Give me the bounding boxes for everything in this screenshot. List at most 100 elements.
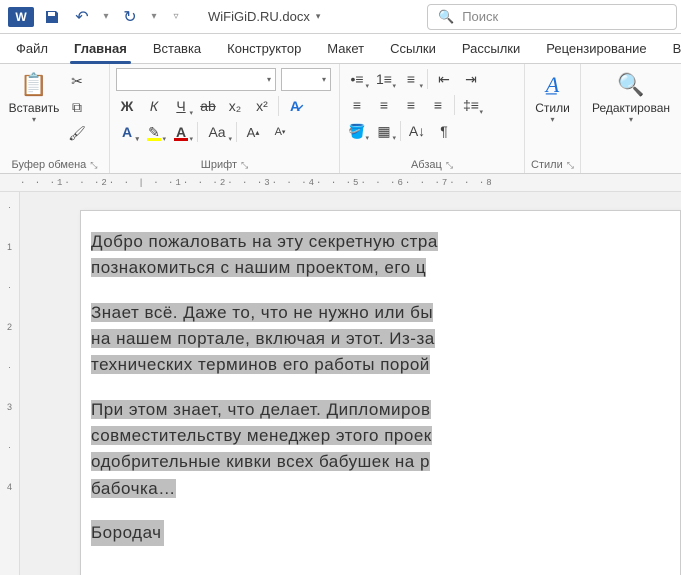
font-name-combo[interactable]: ▾ [116, 68, 276, 91]
align-left-icon: ≡ [353, 97, 361, 113]
text-effects-button[interactable]: A▾ [116, 121, 138, 143]
undo-button[interactable]: ↶ [72, 7, 92, 27]
increase-indent-button[interactable]: ⇥ [460, 68, 482, 90]
selected-text: одобрительные кивки всех бабушек на р [91, 452, 430, 471]
tab-view[interactable]: Вид [669, 35, 681, 63]
styles-button[interactable]: A̲ Стили ▾ [531, 68, 574, 128]
tab-mailings[interactable]: Рассылки [458, 35, 524, 63]
word-app-icon: W [8, 7, 34, 27]
grow-font-button[interactable]: A▴ [242, 121, 264, 143]
line-spacing-icon: ‡≡ [463, 97, 479, 113]
document-title: WiFiGiD.RU.docx [208, 9, 310, 24]
group-label-editing [587, 157, 675, 171]
superscript-button[interactable]: x² [251, 95, 273, 117]
paragraph[interactable]: Бородач [81, 520, 680, 546]
font-color-button[interactable]: A▾ [170, 121, 192, 143]
paint-bucket-icon: 🪣 [348, 123, 365, 140]
clipboard-icon: 📋 [20, 72, 47, 98]
bold-button[interactable]: Ж [116, 95, 138, 117]
styles-icon: A̲ [546, 72, 559, 98]
group-clipboard: 📋 Вставить ▾ ✂ ⧉ 🖌 Буфер обмена⤡ [0, 64, 110, 173]
strikethrough-button[interactable]: ab [197, 95, 219, 117]
cut-button[interactable]: ✂ [66, 70, 88, 92]
align-left-button[interactable]: ≡ [346, 94, 368, 116]
brush-icon: 🖌 [68, 125, 86, 142]
group-font: ▾ ▾ Ж К Ч▾ ab x₂ x² A̷ A▾ ✎▾ A▾ Aa▾ A▴ [110, 64, 340, 173]
group-label-font: Шрифт⤡ [116, 157, 333, 171]
selected-text: Знает всё. Даже то, что не нужно или бы [91, 303, 433, 322]
tab-references[interactable]: Ссылки [386, 35, 440, 63]
underline-button[interactable]: Ч▾ [170, 95, 192, 117]
qat-customize[interactable]: ▿ [172, 11, 180, 22]
selected-text: бабочка… [91, 479, 176, 498]
show-marks-button[interactable]: ¶ [433, 120, 455, 142]
align-right-button[interactable]: ≡ [400, 94, 422, 116]
bullets-icon: •≡ [350, 71, 363, 87]
font-size-combo[interactable]: ▾ [281, 68, 331, 91]
numbering-icon: 1≡ [376, 71, 392, 87]
justify-icon: ≡ [434, 97, 442, 113]
title-dropdown-icon[interactable]: ▾ [316, 11, 321, 22]
group-paragraph: •≡▾ 1≡▾ ≡▾ ⇤ ⇥ ≡ ≡ ≡ ≡ ‡≡▾ 🪣▾ ▦▾ A↓ ¶ [340, 64, 525, 173]
paragraph[interactable]: При этом знает, что делает. Дипломиров с… [81, 397, 680, 502]
vertical-ruler[interactable]: ·1·2·3·4 [0, 192, 20, 575]
align-center-icon: ≡ [380, 97, 388, 113]
line-spacing-button[interactable]: ‡≡▾ [460, 94, 482, 116]
redo-button[interactable]: ↻ [120, 7, 140, 27]
dialog-launcher-icon[interactable]: ⤡ [241, 160, 248, 171]
save-button[interactable] [42, 7, 62, 27]
justify-button[interactable]: ≡ [427, 94, 449, 116]
group-editing: 🔍 Редактирован ▾ [581, 64, 681, 173]
multilevel-button[interactable]: ≡▾ [400, 68, 422, 90]
selected-text: Добро пожаловать на эту секретную стра [91, 232, 438, 251]
sort-button[interactable]: A↓ [406, 120, 428, 142]
bullets-button[interactable]: •≡▾ [346, 68, 368, 90]
selected-text: совместительству менеджер этого проек [91, 426, 432, 445]
styles-label: Стили [535, 102, 570, 115]
selected-text: Бородач [91, 520, 164, 546]
group-label-paragraph: Абзац⤡ [346, 157, 518, 171]
horizontal-ruler[interactable]: · · ·1· · ·2· · | · ·1· · ·2· · ·3· · ·4… [0, 174, 681, 192]
selected-text: При этом знает, что делает. Дипломиров [91, 400, 431, 419]
shading-button[interactable]: 🪣▾ [346, 120, 368, 142]
paragraph[interactable]: Добро пожаловать на эту секретную стра п… [81, 229, 680, 282]
sort-icon: A↓ [409, 123, 425, 139]
tab-home[interactable]: Главная [70, 35, 131, 63]
paragraph[interactable]: Знает всё. Даже то, что не нужно или бы … [81, 300, 680, 379]
tab-insert[interactable]: Вставка [149, 35, 205, 63]
dialog-launcher-icon[interactable]: ⤡ [446, 160, 453, 171]
align-right-icon: ≡ [407, 97, 415, 113]
tab-review[interactable]: Рецензирование [542, 35, 650, 63]
group-label-clipboard: Буфер обмена⤡ [6, 157, 103, 171]
ribbon-tabs: Файл Главная Вставка Конструктор Макет С… [0, 34, 681, 64]
copy-button[interactable]: ⧉ [66, 96, 88, 118]
subscript-button[interactable]: x₂ [224, 95, 246, 117]
page[interactable]: Добро пожаловать на эту секретную стра п… [80, 210, 681, 575]
italic-button[interactable]: К [143, 95, 165, 117]
dialog-launcher-icon[interactable]: ⤡ [90, 160, 97, 171]
highlight-button[interactable]: ✎▾ [143, 121, 165, 143]
selected-text: технических терминов его работы порой [91, 355, 430, 374]
borders-button[interactable]: ▦▾ [373, 120, 395, 142]
clear-format-button[interactable]: A̷ [284, 95, 306, 117]
quick-access-toolbar: ↶ ▾ ↻ ▾ ▿ [42, 7, 180, 27]
paste-button[interactable]: 📋 Вставить ▾ [6, 68, 62, 128]
multilevel-icon: ≡ [407, 71, 415, 87]
page-container: Добро пожаловать на эту секретную стра п… [20, 192, 681, 575]
outdent-icon: ⇤ [438, 71, 450, 88]
title-bar: W ↶ ▾ ↻ ▾ ▿ WiFiGiD.RU.docx ▾ 🔍 Поиск [0, 0, 681, 34]
search-box[interactable]: 🔍 Поиск [427, 4, 677, 30]
change-case-button[interactable]: Aa▾ [203, 121, 231, 143]
tab-design[interactable]: Конструктор [223, 35, 305, 63]
numbering-button[interactable]: 1≡▾ [373, 68, 395, 90]
editing-button[interactable]: 🔍 Редактирован ▾ [591, 68, 671, 128]
tab-layout[interactable]: Макет [323, 35, 368, 63]
dialog-launcher-icon[interactable]: ⤡ [567, 160, 574, 171]
format-painter-button[interactable]: 🖌 [66, 122, 88, 144]
copy-icon: ⧉ [72, 99, 82, 116]
tab-file[interactable]: Файл [12, 35, 52, 63]
decrease-indent-button[interactable]: ⇤ [433, 68, 455, 90]
shrink-font-button[interactable]: A▾ [269, 121, 291, 143]
align-center-button[interactable]: ≡ [373, 94, 395, 116]
eraser-icon: A̷ [290, 98, 300, 114]
